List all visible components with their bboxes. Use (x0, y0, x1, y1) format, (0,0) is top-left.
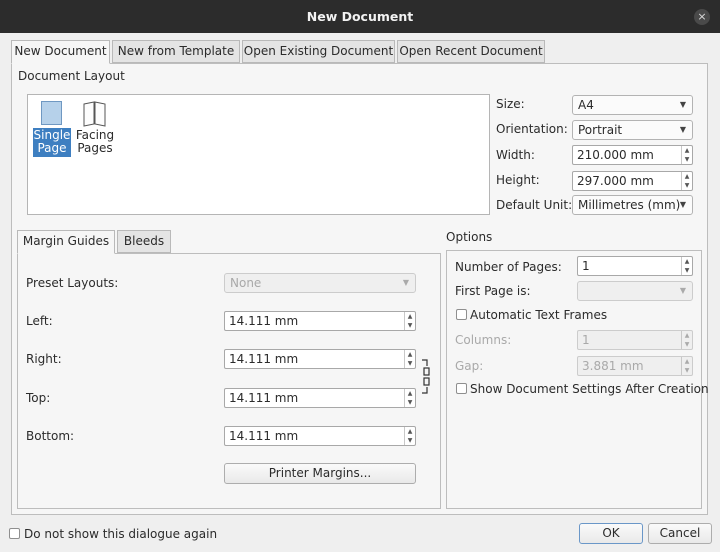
columns-spinbox[interactable]: 1 ▲ ▼ (577, 330, 693, 350)
bottom-margin-label: Bottom: (26, 429, 75, 443)
default-unit-select[interactable]: Millimetres (mm) ▼ (572, 195, 693, 215)
chevron-down-icon: ▼ (679, 200, 686, 209)
preset-layouts-label: Preset Layouts: (26, 276, 119, 290)
default-unit-value: Millimetres (mm) (578, 198, 681, 212)
spin-arrows-icon[interactable]: ▲ ▼ (404, 350, 415, 368)
layout-chooser[interactable]: Single Page Facing Pages (27, 94, 490, 215)
chevron-down-icon: ▼ (679, 286, 686, 295)
spin-arrows-icon[interactable]: ▲ ▼ (681, 331, 692, 349)
spin-arrows-icon[interactable]: ▲ ▼ (681, 146, 692, 164)
spin-arrows-icon[interactable]: ▲ ▼ (681, 172, 692, 190)
top-margin-spinbox[interactable]: 14.111 mm ▲ ▼ (224, 388, 416, 408)
tab-open-existing-document[interactable]: Open Existing Document (242, 40, 395, 63)
single-page-icon (41, 101, 62, 125)
printer-margins-button[interactable]: Printer Margins... (224, 463, 416, 484)
ok-button[interactable]: OK (579, 523, 643, 544)
left-margin-label: Left: (26, 314, 53, 328)
automatic-text-frames-checkbox[interactable] (456, 309, 467, 320)
size-label: Size: (496, 97, 525, 111)
chevron-down-icon: ▼ (679, 100, 686, 109)
gap-value: 3.881 mm (582, 359, 644, 373)
cancel-button[interactable]: Cancel (648, 523, 712, 544)
top-margin-value: 14.111 mm (229, 391, 299, 405)
default-unit-label: Default Unit: (496, 198, 573, 212)
dont-show-again-label[interactable]: Do not show this dialogue again (24, 527, 217, 541)
height-value: 297.000 mm (577, 174, 654, 188)
tab-open-recent-document[interactable]: Open Recent Document (397, 40, 545, 63)
right-margin-label: Right: (26, 352, 62, 366)
document-layout-title: Document Layout (18, 69, 125, 83)
orientation-label: Orientation: (496, 122, 568, 136)
columns-value: 1 (582, 333, 590, 347)
bottom-margin-spinbox[interactable]: 14.111 mm ▲ ▼ (224, 426, 416, 446)
top-margin-label: Top: (26, 391, 51, 405)
number-of-pages-spinbox[interactable]: 1 ▲ ▼ (577, 256, 693, 276)
right-margin-value: 14.111 mm (229, 352, 299, 366)
right-margin-spinbox[interactable]: 14.111 mm ▲ ▼ (224, 349, 416, 369)
preset-layouts-value: None (230, 276, 262, 290)
gap-label: Gap: (455, 359, 484, 373)
tab-new-document[interactable]: New Document (11, 40, 110, 64)
number-of-pages-value: 1 (582, 259, 590, 273)
layout-single-page-line2: Page (37, 141, 67, 155)
spin-arrows-icon[interactable]: ▲ ▼ (404, 389, 415, 407)
chevron-down-icon: ▼ (402, 278, 409, 287)
width-value: 210.000 mm (577, 148, 654, 162)
first-page-select[interactable]: ▼ (577, 281, 693, 301)
columns-label: Columns: (455, 333, 512, 347)
layout-facing-pages[interactable]: Facing Pages (75, 99, 115, 155)
width-label: Width: (496, 148, 535, 162)
tab-new-from-template[interactable]: New from Template (112, 40, 240, 63)
preset-layouts-select[interactable]: None ▼ (224, 273, 416, 293)
close-icon[interactable]: × (694, 9, 710, 25)
layout-facing-pages-line2: Pages (77, 141, 113, 155)
height-spinbox[interactable]: 297.000 mm ▲ ▼ (572, 171, 693, 191)
orientation-select[interactable]: Portrait ▼ (572, 120, 693, 140)
tab-bleeds[interactable]: Bleeds (117, 230, 171, 253)
height-label: Height: (496, 173, 540, 187)
size-select-value: A4 (578, 98, 594, 112)
spin-arrows-icon[interactable]: ▲ ▼ (681, 357, 692, 375)
options-title: Options (446, 230, 493, 244)
spin-arrows-icon[interactable]: ▲ ▼ (404, 312, 415, 330)
number-of-pages-label: Number of Pages: (455, 260, 562, 274)
dont-show-again-checkbox[interactable] (9, 528, 20, 539)
size-select[interactable]: A4 ▼ (572, 95, 693, 115)
gap-spinbox[interactable]: 3.881 mm ▲ ▼ (577, 356, 693, 376)
automatic-text-frames-label[interactable]: Automatic Text Frames (470, 308, 607, 322)
bottom-margin-value: 14.111 mm (229, 429, 299, 443)
show-settings-checkbox[interactable] (456, 383, 467, 394)
window-title: New Document (306, 9, 414, 24)
facing-pages-icon (83, 101, 106, 127)
left-margin-value: 14.111 mm (229, 314, 299, 328)
chevron-down-icon: ▼ (679, 125, 686, 134)
orientation-select-value: Portrait (578, 123, 623, 137)
spin-arrows-icon[interactable]: ▲ ▼ (681, 257, 692, 275)
link-chain-icon[interactable] (420, 358, 432, 396)
first-page-label: First Page is: (455, 284, 531, 298)
left-margin-spinbox[interactable]: 14.111 mm ▲ ▼ (224, 311, 416, 331)
tab-margin-guides[interactable]: Margin Guides (17, 230, 115, 254)
layout-single-page[interactable]: Single Page (33, 99, 71, 157)
show-settings-label[interactable]: Show Document Settings After Creation (470, 382, 709, 396)
spin-arrows-icon[interactable]: ▲ ▼ (404, 427, 415, 445)
width-spinbox[interactable]: 210.000 mm ▲ ▼ (572, 145, 693, 165)
title-bar: New Document × (0, 0, 720, 33)
